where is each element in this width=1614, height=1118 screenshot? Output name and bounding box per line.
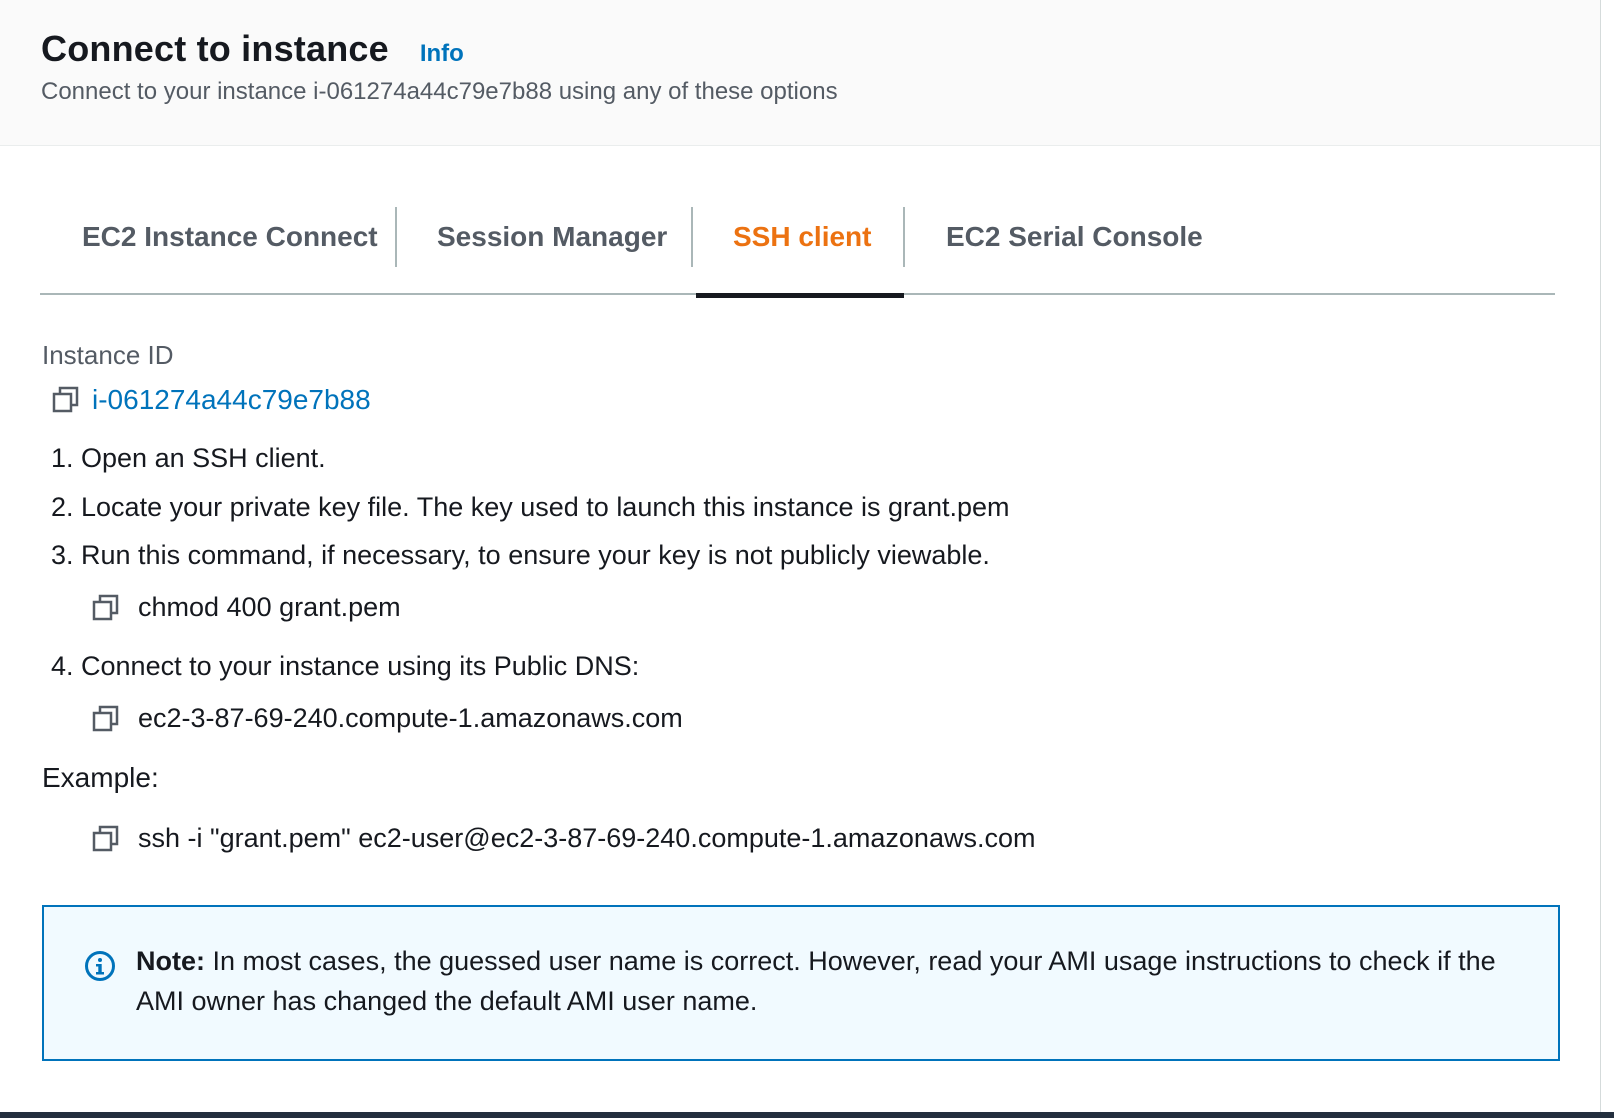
example-label: Example:: [42, 762, 159, 793]
tab-session-manager[interactable]: Session Manager: [437, 205, 667, 293]
note-alert: Note: In most cases, the guessed user na…: [42, 905, 1560, 1061]
active-tab-indicator: [696, 293, 904, 298]
page-title: Connect to instance: [41, 28, 389, 69]
copy-icon[interactable]: [92, 594, 120, 622]
note-text: Note: In most cases, the guessed user na…: [136, 941, 1516, 1021]
public-dns-value: ec2-3-87-69-240.compute-1.amazonaws.com: [138, 703, 683, 733]
example-command-row: ssh -i "grant.pem" ec2-user@ec2-3-87-69-…: [92, 823, 1035, 854]
tab-divider: [691, 207, 693, 267]
info-link[interactable]: Info: [420, 40, 464, 68]
note-body: In most cases, the guessed user name is …: [136, 946, 1496, 1016]
step-3: 3. Run this command, if necessary, to en…: [51, 540, 990, 570]
page-right-gutter: [1601, 0, 1614, 1118]
example-ssh-command: ssh -i "grant.pem" ec2-user@ec2-3-87-69-…: [138, 823, 1036, 853]
copy-icon[interactable]: [92, 825, 120, 853]
step-2: 2. Locate your private key file. The key…: [51, 492, 1010, 522]
instance-id-label: Instance ID: [42, 340, 174, 370]
connection-method-tabs: EC2 Instance Connect Session Manager SSH…: [40, 205, 1555, 298]
step-1: 1. Open an SSH client.: [51, 443, 326, 473]
note-strong: Note:: [136, 946, 205, 976]
instance-id-link[interactable]: i-061274a44c79e7b88: [92, 384, 371, 416]
tab-ec2-serial-console[interactable]: EC2 Serial Console: [946, 205, 1203, 293]
chmod-command-row: chmod 400 grant.pem: [92, 592, 401, 623]
page-subtitle: Connect to your instance i-061274a44c79e…: [41, 78, 838, 105]
tab-ec2-instance-connect[interactable]: EC2 Instance Connect: [82, 205, 378, 293]
copy-icon[interactable]: [92, 705, 120, 733]
tab-divider: [395, 207, 397, 267]
header-title-row: Connect to instance Info: [41, 28, 464, 70]
instance-id-row: i-061274a44c79e7b88: [52, 384, 371, 416]
public-dns-row: ec2-3-87-69-240.compute-1.amazonaws.com: [92, 703, 683, 734]
page-header: Connect to instance Info Connect to your…: [0, 0, 1600, 146]
info-circle-icon: [84, 950, 116, 982]
copy-icon[interactable]: [52, 386, 80, 414]
tab-divider: [903, 207, 905, 267]
step-4: 4. Connect to your instance using its Pu…: [51, 651, 640, 681]
chmod-command: chmod 400 grant.pem: [138, 592, 401, 622]
page-bottom-bar: [0, 1112, 1614, 1118]
tab-ssh-client-label: SSH client: [733, 221, 872, 252]
tab-ssh-client[interactable]: SSH client: [696, 205, 904, 298]
